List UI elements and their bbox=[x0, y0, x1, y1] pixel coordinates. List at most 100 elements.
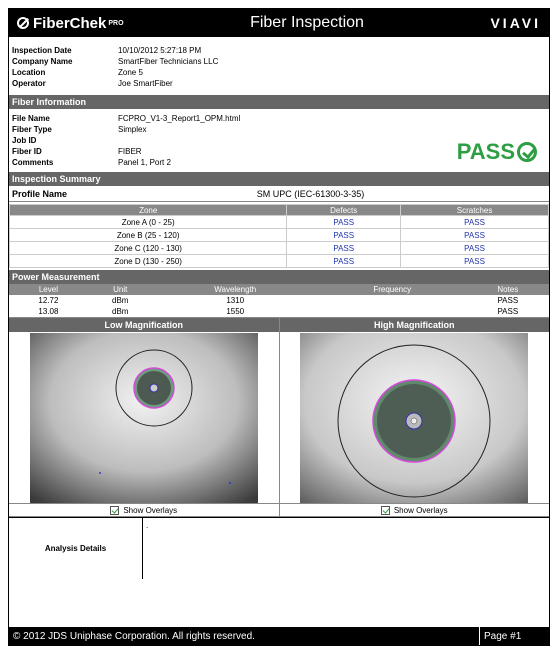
zone-table-header-cell: Defects bbox=[286, 204, 402, 216]
low-overlay-label: Show Overlays bbox=[123, 505, 178, 515]
zone-name: Zone A (0 - 25) bbox=[8, 215, 288, 229]
inspection-summary-header: Inspection Summary bbox=[9, 172, 549, 186]
fiber-info-label: Comments bbox=[12, 158, 54, 167]
fiber-info-label: Job ID bbox=[12, 136, 37, 145]
inspection-row: Inspection Date 10/10/2012 5:27:18 PM bbox=[12, 45, 546, 56]
profile-label: Profile Name bbox=[12, 188, 68, 199]
power-level: 12.72 bbox=[38, 296, 59, 305]
inspection-value: SmartFiber Technicians LLC bbox=[118, 57, 219, 66]
fiber-info-header: Fiber Information bbox=[9, 95, 549, 109]
scratches-result: PASS bbox=[400, 228, 549, 242]
zone-table-header-cell: Scratches bbox=[400, 204, 549, 216]
low-show-overlays[interactable]: Show Overlays bbox=[9, 504, 279, 517]
power-frequency bbox=[318, 306, 467, 317]
low-mag-title: Low Magnification bbox=[9, 318, 279, 332]
magnification-images: Low Magnification Show Overlays High Mag… bbox=[9, 317, 549, 517]
analysis-value: . bbox=[146, 521, 149, 530]
high-mag-title: High Magnification bbox=[279, 318, 549, 332]
inspection-label: Location bbox=[12, 68, 46, 77]
power-table: Level Unit Wavelength Frequency Notes 12.72 d… bbox=[9, 284, 549, 317]
high-overlay-label: Show Overlays bbox=[393, 505, 448, 515]
zone-row: Zone A (0 - 25) PASS PASS bbox=[8, 215, 549, 229]
fiber-info-value: Simplex bbox=[118, 125, 147, 134]
power-notes: PASS bbox=[497, 296, 519, 305]
power-table-header-cell: Notes bbox=[466, 284, 549, 295]
power-row: 13.08 dBm 1550 PASS bbox=[9, 306, 549, 317]
zone-name: Zone C (120 - 130) bbox=[8, 241, 288, 255]
overall-result-text: PASS bbox=[456, 139, 515, 164]
inspection-value: Joe SmartFiber bbox=[118, 79, 173, 88]
defects-result: PASS bbox=[286, 254, 402, 268]
power-level: 13.08 bbox=[38, 307, 59, 316]
defects-result: PASS bbox=[286, 215, 402, 229]
zone-row: Zone B (25 - 120) PASS PASS bbox=[8, 228, 549, 242]
power-unit: dBm bbox=[112, 307, 129, 316]
profile-value: SM UPC (IEC-61300-3-35) bbox=[256, 188, 365, 199]
zone-row: Zone C (120 - 130) PASS PASS bbox=[8, 241, 549, 255]
report-page: FiberChek PRO Fiber Inspection VIAVI Ins… bbox=[8, 8, 550, 646]
fiber-info-value: FCPRO_V1-3_Report1_OPM.html bbox=[118, 114, 241, 123]
fiber-info-value: Panel 1, Port 2 bbox=[118, 158, 171, 167]
zone-name: Zone D (130 - 250) bbox=[8, 254, 288, 268]
inspection-label: Inspection Date bbox=[12, 46, 72, 55]
fiber-info-row: Fiber Type Simplex bbox=[12, 124, 546, 135]
analysis-label: Analysis Details bbox=[9, 518, 143, 579]
report-title: Fiber Inspection bbox=[250, 14, 364, 31]
low-overlay-checkbox[interactable] bbox=[110, 505, 120, 515]
scratches-result: PASS bbox=[400, 215, 549, 229]
low-mag-column: Low Magnification Show Overlays bbox=[9, 318, 279, 517]
high-mag-image-box bbox=[279, 332, 549, 504]
fiber-info: File Name FCPRO_V1-3_Report1_OPM.html Fibe… bbox=[9, 109, 549, 172]
brand-name: FiberChek bbox=[33, 14, 107, 32]
power-table-header-cell: Frequency bbox=[317, 284, 467, 295]
inspection-row: Company Name SmartFiber Technicians LLC bbox=[12, 56, 546, 67]
inspection-row: Location Zone 5 bbox=[12, 67, 546, 78]
inspection-label: Company Name bbox=[12, 57, 73, 66]
profile-row: Profile Name SM UPC (IEC-61300-3-35) bbox=[9, 186, 549, 202]
zone-table: Zone Defects Scratches Zone A (0 - 25) PASS… bbox=[8, 204, 549, 268]
zone-name: Zone B (25 - 120) bbox=[8, 228, 288, 242]
fiber-info-label: File Name bbox=[12, 114, 50, 123]
zone-table-header-cell: Zone bbox=[8, 204, 288, 216]
zone-row: Zone D (130 - 250) PASS PASS bbox=[8, 254, 549, 268]
high-mag-fiber-image bbox=[300, 332, 529, 503]
high-overlay-checkbox[interactable] bbox=[380, 505, 390, 515]
power-table-header-cell: Unit bbox=[87, 284, 153, 295]
power-table-header-cell: Level bbox=[9, 284, 88, 295]
scratches-result: PASS bbox=[400, 241, 549, 255]
power-wavelength: 1310 bbox=[226, 296, 245, 305]
brand: FiberChek PRO bbox=[17, 15, 124, 32]
low-mag-fiber-image bbox=[29, 332, 258, 503]
power-table-header-cell: Wavelength bbox=[152, 284, 318, 295]
top-bar: FiberChek PRO Fiber Inspection VIAVI bbox=[9, 9, 549, 37]
power-frequency bbox=[318, 295, 467, 306]
high-show-overlays[interactable]: Show Overlays bbox=[279, 504, 549, 517]
defects-result: PASS bbox=[286, 241, 402, 255]
inspection-row: Operator Joe SmartFiber bbox=[12, 78, 546, 89]
overall-result: PASS bbox=[457, 139, 537, 165]
inspection-value: 10/10/2012 5:27:18 PM bbox=[118, 46, 202, 55]
defects-result: PASS bbox=[286, 228, 402, 242]
power-notes: PASS bbox=[497, 307, 519, 316]
inspection-details: Inspection Date 10/10/2012 5:27:18 PM Comp… bbox=[9, 37, 549, 95]
power-wavelength: 1550 bbox=[226, 307, 245, 316]
copyright: © 2012 JDS Uniphase Corporation. All rig… bbox=[13, 630, 255, 642]
check-circle-icon bbox=[517, 142, 537, 162]
high-mag-column: High Magnification Show Overlays bbox=[278, 318, 549, 517]
footer: © 2012 JDS Uniphase Corporation. All rig… bbox=[9, 627, 549, 645]
brand-sup: PRO bbox=[108, 19, 124, 27]
fiberchek-logo-icon bbox=[17, 17, 29, 29]
power-row: 12.72 dBm 1310 PASS bbox=[9, 295, 549, 306]
fiber-info-row: File Name FCPRO_V1-3_Report1_OPM.html bbox=[12, 113, 546, 124]
inspection-value: Zone 5 bbox=[118, 68, 143, 77]
inspection-label: Operator bbox=[12, 79, 46, 88]
page-number: Page #1 bbox=[479, 627, 549, 645]
fiber-info-value: FIBER bbox=[118, 147, 142, 156]
scratches-result: PASS bbox=[400, 254, 549, 268]
fiber-info-label: Fiber Type bbox=[12, 125, 52, 134]
viavi-logo: VIAVI bbox=[490, 15, 541, 31]
analysis-details: Analysis Details . bbox=[9, 517, 549, 579]
power-unit: dBm bbox=[112, 296, 129, 305]
power-measurement-header: Power Measurement bbox=[9, 270, 549, 284]
low-mag-image-box bbox=[9, 332, 279, 504]
